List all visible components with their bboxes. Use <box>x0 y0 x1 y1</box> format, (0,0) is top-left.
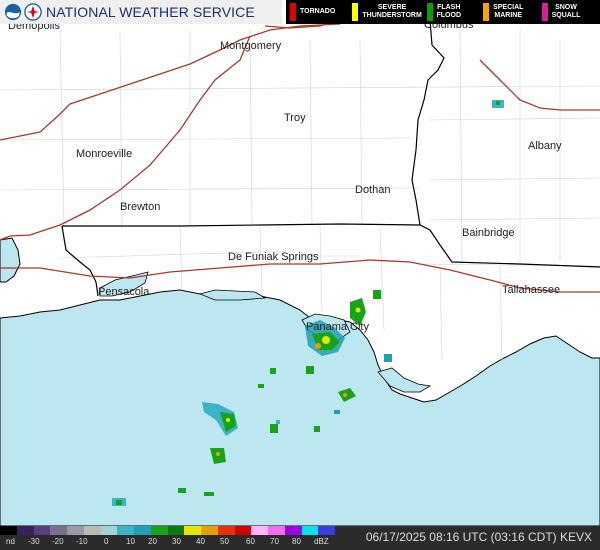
scale-tick-label: -30 <box>28 537 40 546</box>
scale-segment <box>268 526 285 535</box>
legend-swatch <box>426 3 433 21</box>
scale-segment <box>301 526 319 535</box>
scale-segment <box>234 526 252 535</box>
city-label-troy: Troy <box>284 112 306 124</box>
scale-tick-label: 70 <box>270 537 279 546</box>
city-label-tallahassee: Tallahassee <box>502 284 561 296</box>
legend-swatch <box>290 3 296 21</box>
city-label-bainbridge: Bainbridge <box>462 227 515 239</box>
reflectivity-ticks: nd -30 -20 -10 0 10 20 30 40 50 60 70 80 dBZ <box>0 537 335 550</box>
scale-segment <box>184 526 201 535</box>
legend-item-flash-flood: FLASH FLOOD <box>423 0 480 24</box>
legend-label: SEVERE THUNDERSTORM <box>362 4 422 19</box>
city-label-brewton: Brewton <box>120 201 161 213</box>
scale-segment <box>67 526 84 535</box>
scale-tick-label: -20 <box>52 537 64 546</box>
scale-segment <box>0 526 17 535</box>
scale-tick-label: 50 <box>220 537 229 546</box>
nws-logo-icon <box>24 3 42 21</box>
legend-label: SNOW SQUALL <box>551 4 581 19</box>
legend-item-special-marine: SPECIAL MARINE <box>479 0 538 24</box>
city-label-pensacola: Pensacola <box>98 286 150 298</box>
scale-tick-label: 10 <box>126 537 135 546</box>
scale-segment <box>134 526 151 535</box>
page-title: NATIONAL WEATHER SERVICE <box>46 4 255 20</box>
scale-tick-label: 60 <box>246 537 255 546</box>
scale-segment <box>50 526 67 535</box>
warning-legend: TORNADO SEVERE THUNDERSTORM FLASH FLOOD SPE… <box>286 0 600 24</box>
scale-segment <box>117 526 134 535</box>
scale-segment <box>318 526 335 535</box>
city-label-monroeville: Monroeville <box>76 148 133 160</box>
scale-segment <box>167 526 185 535</box>
legend-item-tornado: TORNADO <box>286 0 348 24</box>
scale-segment <box>100 526 118 535</box>
scale-tick-label: 40 <box>196 537 205 546</box>
legend-item-snow-squall: SNOW SQUALL <box>538 0 600 24</box>
reflectivity-color-bar <box>0 526 335 535</box>
city-label-albany: Albany <box>528 140 562 152</box>
legend-label: TORNADO <box>300 8 336 15</box>
nws-header: NATIONAL WEATHER SERVICE <box>0 0 282 24</box>
scale-tick-label: 30 <box>172 537 181 546</box>
scale-tick-label: -10 <box>76 537 88 546</box>
scale-segment <box>83 526 101 535</box>
scale-segment <box>251 526 268 535</box>
scale-tick-label: nd <box>6 537 15 546</box>
noaa-logo-icon <box>4 3 22 21</box>
city-label-montgomery: Montgomery <box>220 40 282 52</box>
scale-segment <box>150 526 168 535</box>
legend-item-severe-thunderstorm: SEVERE THUNDERSTORM <box>348 0 422 24</box>
scale-tick-label: 80 <box>292 537 301 546</box>
scale-segment <box>201 526 218 535</box>
reflectivity-scale: nd -30 -20 -10 0 10 20 30 40 50 60 70 80 dBZ <box>0 526 335 550</box>
legend-label: FLASH FLOOD <box>436 4 462 19</box>
legend-label: SPECIAL MARINE <box>493 4 524 19</box>
radar-map[interactable] <box>0 0 600 550</box>
scale-segment <box>284 526 302 535</box>
city-label-dothan: Dothan <box>355 184 391 196</box>
scale-segment <box>33 526 51 535</box>
scale-segment <box>16 526 34 535</box>
scale-tick-label: 0 <box>104 537 109 546</box>
scale-tick-label: 20 <box>148 537 157 546</box>
scale-segment <box>217 526 235 535</box>
legend-swatch <box>541 3 548 21</box>
radar-map-view: Demopolis Montgomery Columbus Troy Monro… <box>0 0 600 550</box>
city-label-de-funiak-springs: De Funiak Springs <box>228 251 319 263</box>
legend-swatch <box>483 3 490 21</box>
city-label-panama-city: Panama City <box>306 321 369 333</box>
legend-swatch <box>352 3 359 21</box>
scale-tick-label: dBZ <box>314 537 329 546</box>
timestamp-readout: 06/17/2025 08:16 UTC (03:16 CDT) KEVX <box>365 530 592 544</box>
